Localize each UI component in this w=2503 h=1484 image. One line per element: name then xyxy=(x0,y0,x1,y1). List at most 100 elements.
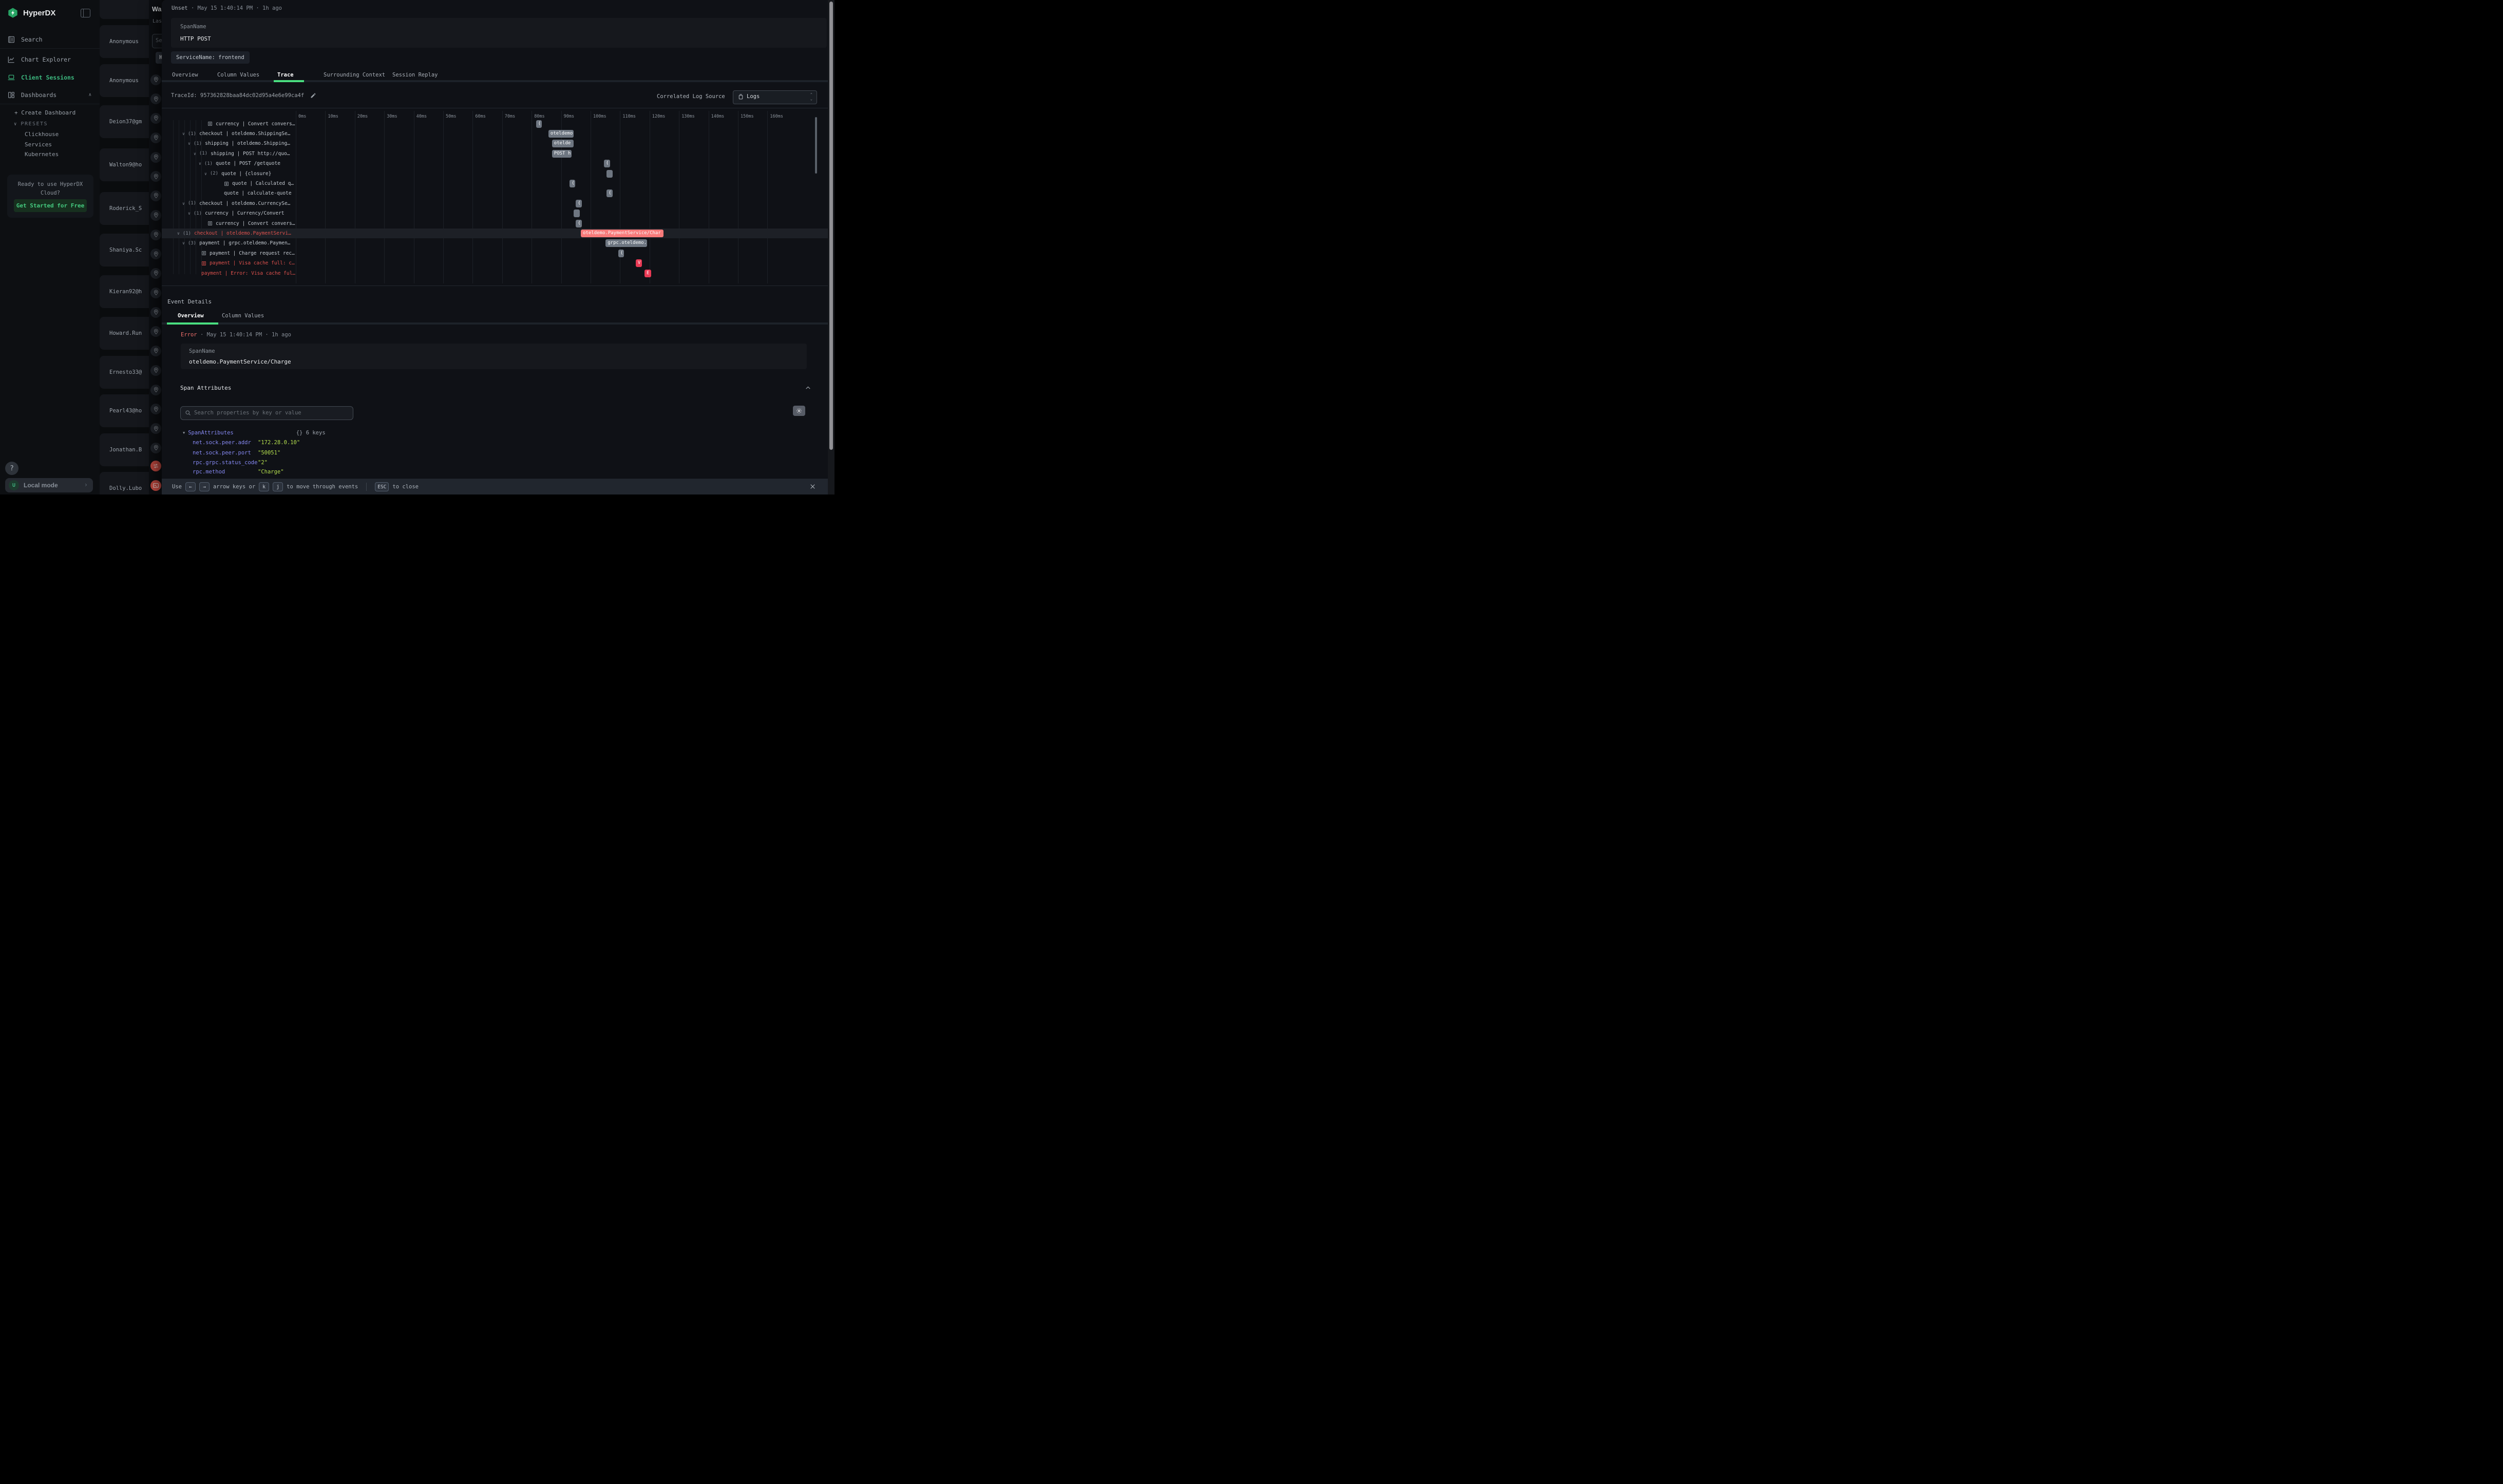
help-button[interactable]: ? xyxy=(5,462,18,475)
location-pin-icon[interactable] xyxy=(150,230,161,240)
attributes-search-input[interactable]: Search properties by key or value xyxy=(180,406,353,420)
trace-span-row[interactable]: ∨(1)currency | Currency/Convert xyxy=(162,208,835,218)
attribute-row[interactable]: net.sock.peer.addr"172.28.0.10" xyxy=(193,440,251,446)
session-list-item[interactable]: Kieran92@h xyxy=(100,275,149,308)
chevron-down-icon[interactable]: ∨ xyxy=(199,161,201,166)
session-list-item[interactable]: Pearl43@ho xyxy=(100,394,149,427)
close-icon[interactable] xyxy=(809,483,816,490)
drawer-scrollbar-thumb[interactable] xyxy=(829,2,833,450)
session-list-item[interactable]: Ernesto33@ xyxy=(100,356,149,389)
span-duration-bar[interactable]: POST h xyxy=(552,150,572,158)
tab-surrounding-context[interactable]: Surrounding Context xyxy=(324,70,385,80)
trace-span-row[interactable]: ∨(1)checkout | oteldemo.PaymentServi…ote… xyxy=(162,229,835,238)
session-list-item[interactable]: Anonymous xyxy=(100,0,149,19)
location-pin-icon[interactable] xyxy=(150,443,161,453)
tab-overview[interactable]: Overview xyxy=(178,311,204,320)
local-mode-menu[interactable]: U Local mode › xyxy=(5,478,93,492)
location-pin-icon[interactable] xyxy=(150,113,161,124)
chevron-down-icon[interactable]: ∨ xyxy=(188,211,191,216)
span-duration-bar[interactable] xyxy=(606,170,613,178)
trace-span-row[interactable]: quote | Calculated q…( xyxy=(162,179,835,188)
attribute-row[interactable]: rpc.method"Charge" xyxy=(193,469,225,475)
log-source-select[interactable]: Logs ⌃⌄ xyxy=(733,90,817,104)
span-duration-bar[interactable]: ( xyxy=(576,220,581,227)
sidebar-collapse-icon[interactable] xyxy=(81,9,90,17)
trace-span-row[interactable]: ∨(1)quote | POST /getquote( xyxy=(162,159,835,168)
location-pin-icon[interactable] xyxy=(150,191,161,201)
chevron-up-icon[interactable]: ∧ xyxy=(89,92,91,98)
chevron-down-icon[interactable]: ∨ xyxy=(204,172,207,176)
trace-span-row[interactable]: ∨(1)shipping | oteldemo.Shipping…otelde xyxy=(162,139,835,148)
location-pin-icon[interactable] xyxy=(150,365,161,376)
location-pin-icon[interactable] xyxy=(150,74,161,85)
location-pin-icon[interactable] xyxy=(150,171,161,182)
trace-span-row[interactable]: ∨(1)checkout | oteldemo.CurrencySe…( xyxy=(162,199,835,208)
span-duration-bar[interactable]: ( xyxy=(570,180,575,187)
session-list-item[interactable]: Shaniya.Sc xyxy=(100,234,149,267)
logo[interactable]: HyperDX xyxy=(7,7,55,18)
service-name-chip[interactable]: ServiceName: frontend xyxy=(171,51,250,64)
trace-span-row[interactable]: currency | Convert convers…( xyxy=(162,219,835,229)
trace-span-row[interactable]: ∨(3)payment | grpc.oteldemo.Paymen…grpc.… xyxy=(162,238,835,248)
session-list-item[interactable]: Dolly.Lubo xyxy=(100,472,149,494)
attribute-row[interactable]: net.sock.peer.port"50051" xyxy=(193,450,251,456)
location-pin-icon[interactable] xyxy=(150,423,161,434)
location-pin-icon[interactable] xyxy=(150,268,161,279)
trace-span-row[interactable]: ∨(1)shipping | POST http://quo…POST h xyxy=(162,149,835,159)
span-duration-bar[interactable]: ( xyxy=(576,200,581,207)
span-duration-bar[interactable]: E xyxy=(644,270,651,277)
tab-trace[interactable]: Trace xyxy=(277,70,294,80)
tab-column-values[interactable]: Column Values xyxy=(217,70,259,80)
span-duration-bar[interactable]: ( xyxy=(604,160,610,167)
sidebar-item-dashboards[interactable]: Dashboards ∧ xyxy=(0,88,100,102)
sidebar-item-chart-explorer[interactable]: Chart Explorer xyxy=(0,53,100,66)
edit-pencil-icon[interactable] xyxy=(310,92,316,99)
create-dashboard-button[interactable]: + Create Dashboard xyxy=(14,109,75,116)
span-duration-bar[interactable]: ( xyxy=(606,189,613,197)
attributes-settings-button[interactable] xyxy=(793,406,805,416)
chevron-down-icon[interactable]: ∨ xyxy=(177,231,180,236)
location-pin-icon[interactable] xyxy=(150,404,161,414)
chevron-down-icon[interactable]: ∨ xyxy=(188,141,191,146)
chevron-down-icon[interactable]: ∨ xyxy=(182,241,185,245)
sidebar-preset-clickhouse[interactable]: Clickhouse xyxy=(25,131,59,138)
sidebar-preset-services[interactable]: Services xyxy=(25,141,52,148)
span-duration-bar[interactable] xyxy=(574,210,579,217)
session-list-item[interactable]: Roderick_S xyxy=(100,192,149,225)
trace-span-row[interactable]: payment | Charge request rec…( xyxy=(162,249,835,258)
session-button-clipped[interactable]: H xyxy=(156,52,162,64)
session-list-item[interactable]: Deion37@gm xyxy=(100,105,149,138)
span-duration-bar[interactable]: ( xyxy=(536,120,542,128)
location-pin-icon[interactable] xyxy=(150,385,161,395)
location-pin-icon[interactable] xyxy=(150,249,161,259)
chevron-down-icon[interactable]: ∨ xyxy=(182,201,185,206)
trace-span-row[interactable]: ∨(2)quote | {closure} xyxy=(162,169,835,179)
session-list-item[interactable]: Jonathan.B xyxy=(100,433,149,466)
tab-overview[interactable]: Overview xyxy=(172,70,198,80)
attributes-root-node[interactable]: ▼ SpanAttributes {} 6 keys xyxy=(183,430,326,436)
location-pin-icon[interactable] xyxy=(150,152,161,163)
location-pin-icon[interactable] xyxy=(150,326,161,337)
location-pin-icon[interactable] xyxy=(150,210,161,221)
location-pin-icon[interactable] xyxy=(150,346,161,356)
tab-column-values[interactable]: Column Values xyxy=(222,311,264,320)
span-duration-bar[interactable]: oteldemo. xyxy=(548,130,574,138)
waterfall-scrollbar[interactable] xyxy=(815,117,817,174)
trace-span-row[interactable]: ∨(1)checkout | oteldemo.ShippingSe…oteld… xyxy=(162,129,835,139)
sidebar-item-search[interactable]: Search xyxy=(0,33,100,46)
chevron-down-icon[interactable]: ∨ xyxy=(194,151,196,156)
attribute-row[interactable]: rpc.grpc.status_code"2" xyxy=(193,460,257,466)
span-duration-bar[interactable]: otelde xyxy=(552,140,574,147)
span-duration-bar[interactable]: oteldemo.PaymentService/Char xyxy=(581,230,663,237)
collapse-section-icon[interactable] xyxy=(805,385,811,391)
tab-session-replay[interactable]: Session Replay xyxy=(392,70,438,80)
session-search-input-clipped[interactable]: Sea xyxy=(152,34,162,48)
sidebar-preset-kubernetes[interactable]: Kubernetes xyxy=(25,151,59,158)
presets-header[interactable]: ∨ PRESETS xyxy=(14,121,48,127)
session-list-item[interactable]: Anonymous xyxy=(100,64,149,97)
sidebar-item-client-sessions[interactable]: Client Sessions xyxy=(0,71,100,84)
session-list-item[interactable]: Howard.Run xyxy=(100,317,149,350)
swap-arrows-icon[interactable] xyxy=(150,461,161,471)
span-duration-bar[interactable]: V xyxy=(636,259,642,267)
location-pin-icon[interactable] xyxy=(150,93,161,104)
